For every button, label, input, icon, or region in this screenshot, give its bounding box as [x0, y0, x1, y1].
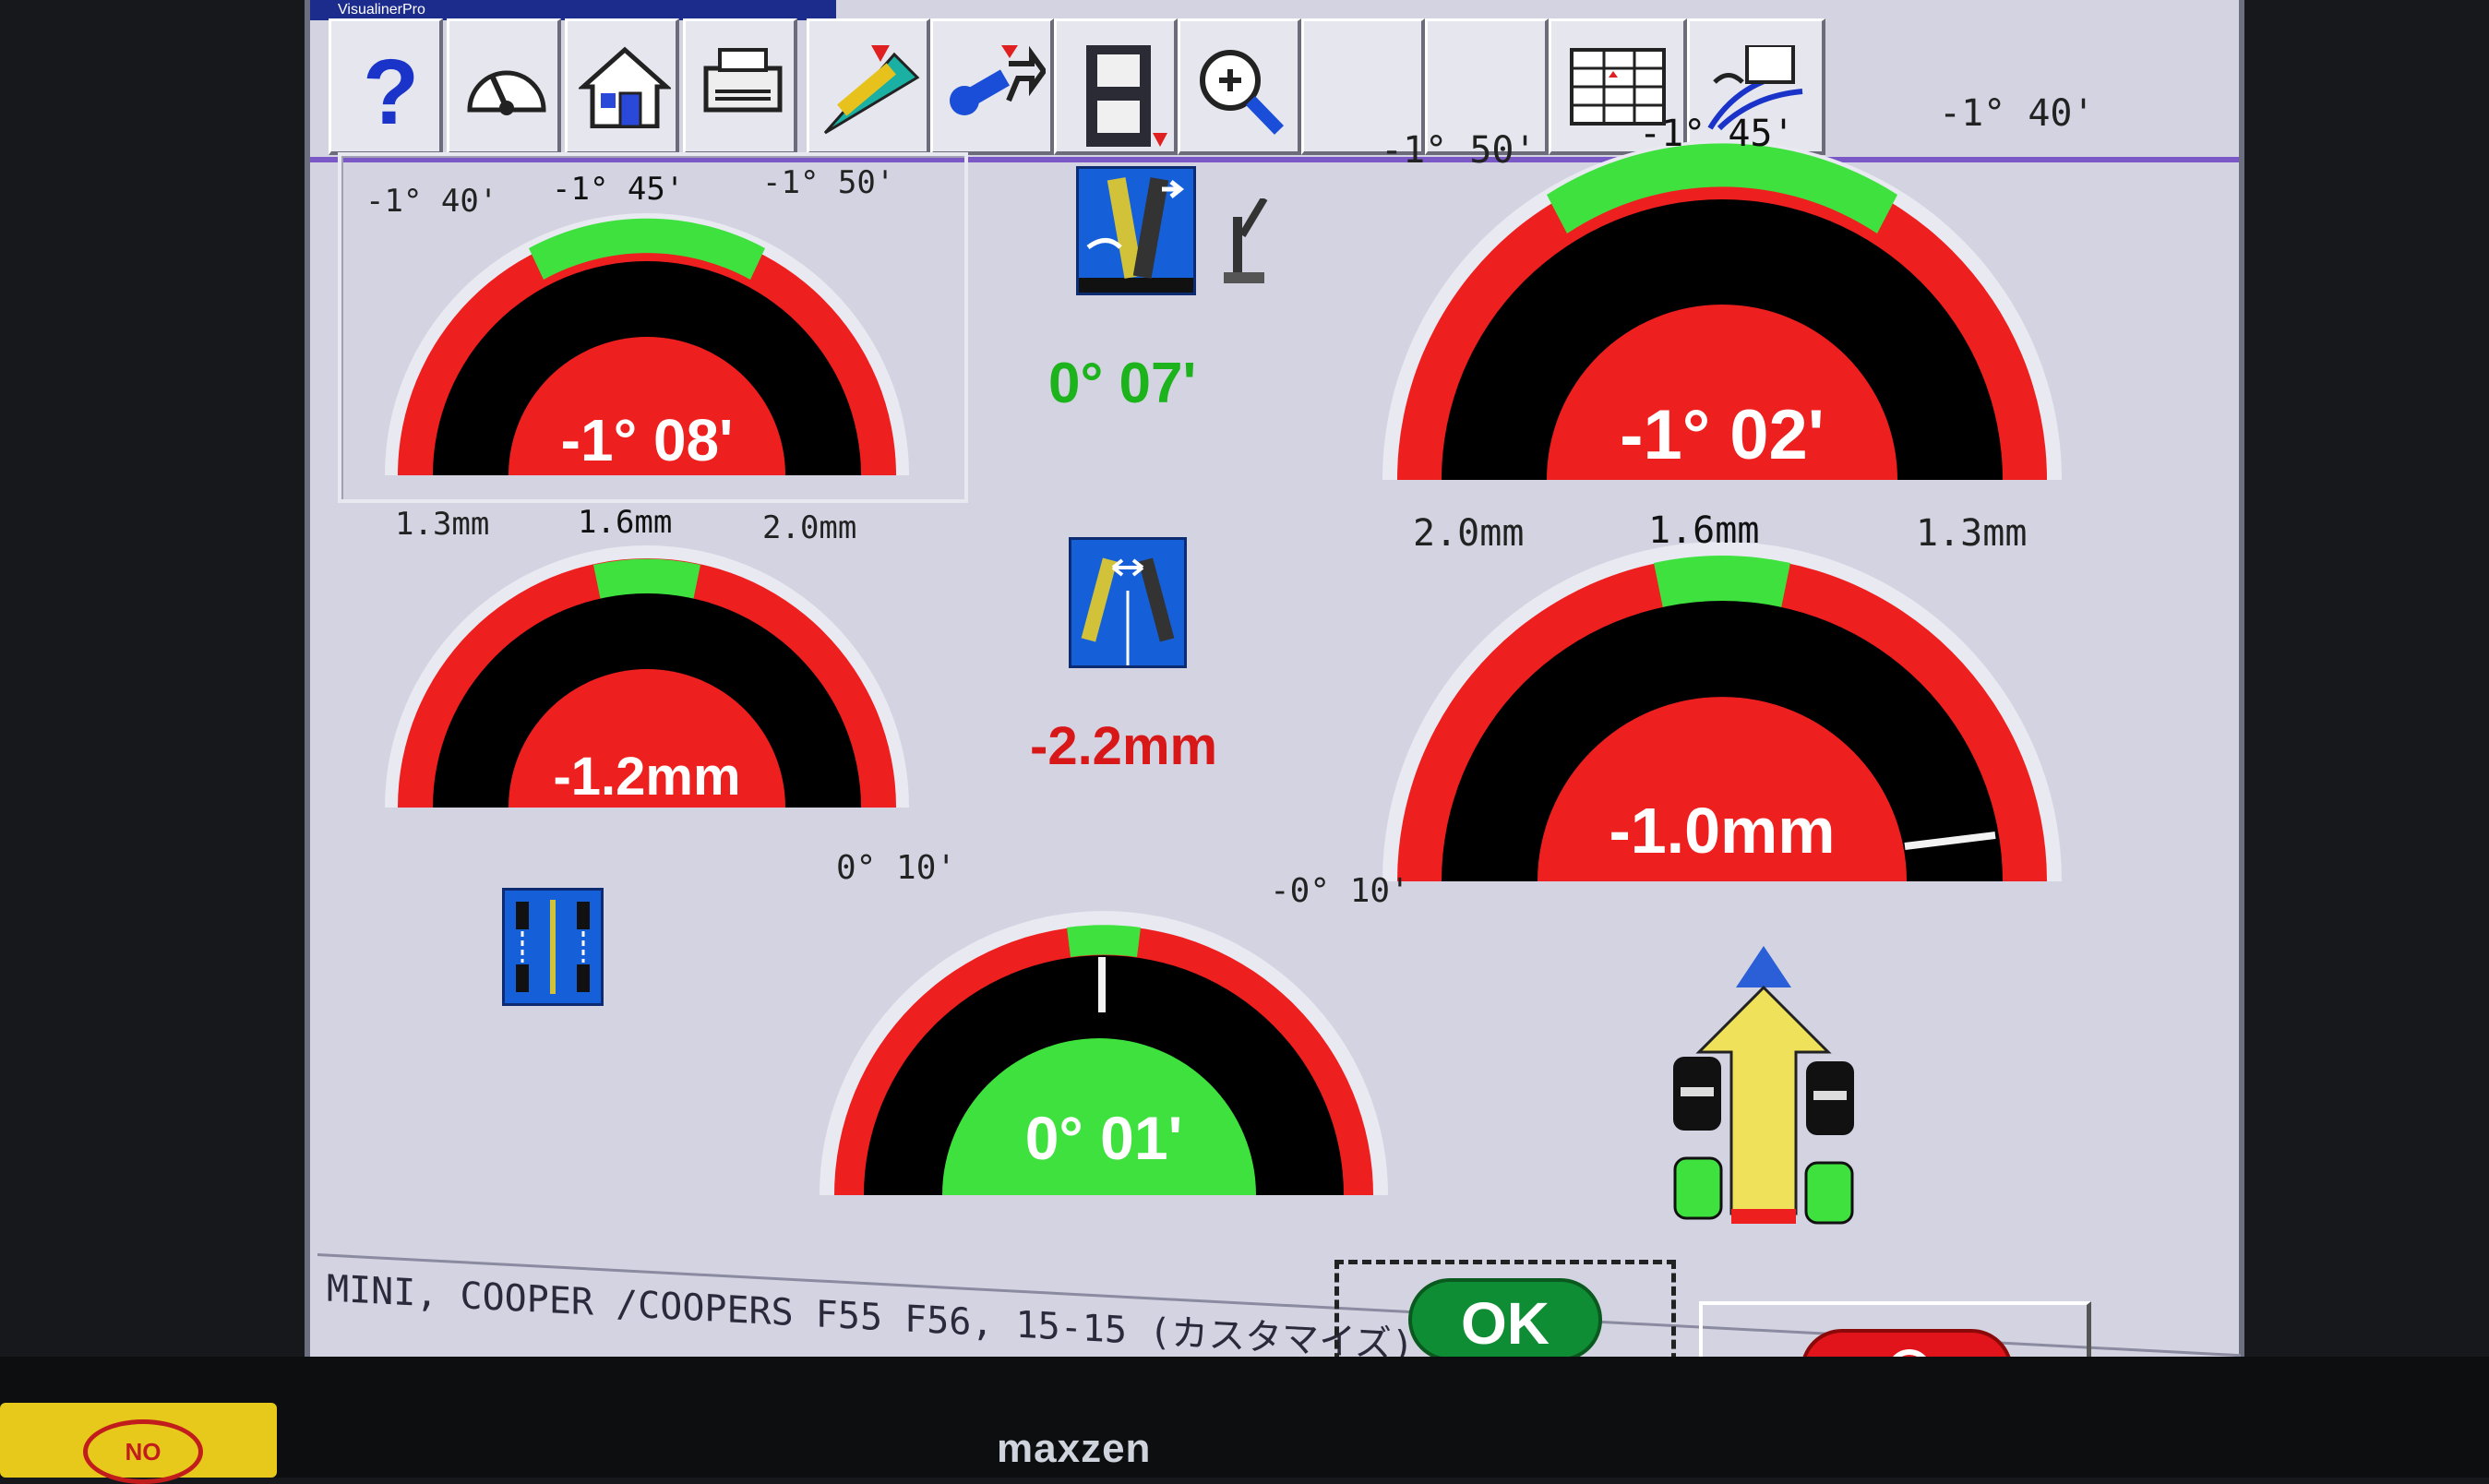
- monitor-brand: maxzen: [997, 1426, 1152, 1471]
- fr-camber-left-label: -1° 50': [1381, 129, 1537, 172]
- fl-toe-right-label: 2.0mm: [762, 509, 857, 546]
- film-button[interactable]: [1054, 18, 1178, 155]
- zoom-in-icon: [1200, 50, 1285, 135]
- fl-camber-left-label: -1° 40': [365, 183, 498, 220]
- adjust-button[interactable]: [930, 18, 1054, 155]
- angle-tool-button[interactable]: [807, 18, 930, 155]
- zoom-button[interactable]: [1178, 18, 1301, 155]
- no-sticker: NO: [0, 1403, 277, 1484]
- cross-camber-icon: [1076, 166, 1196, 295]
- adjust-tool-icon: [1224, 198, 1268, 283]
- thrust-right-label: -0° 10': [1270, 872, 1410, 910]
- cross-camber-value: 0° 07': [1048, 352, 1197, 415]
- home-icon: [579, 46, 671, 128]
- total-toe-icon: [1069, 537, 1187, 668]
- fr-camber-value: -1° 02': [1620, 396, 1825, 474]
- fl-toe-left-label: 1.3mm: [395, 506, 490, 543]
- alignment-screen: VisualinerPro ? -1° 40' -1° 45' -1° 50' …: [305, 0, 2244, 1440]
- fr-toe-target-label: 1.6mm: [1648, 509, 1760, 552]
- fr-toe-right-label: 1.3mm: [1916, 512, 2028, 555]
- help-icon: ?: [363, 41, 420, 144]
- angle-tool-icon: [823, 45, 920, 135]
- fl-camber-value: -1° 08': [560, 407, 734, 473]
- thrust-left-label: 0° 10': [836, 849, 957, 887]
- printer-icon: [703, 48, 783, 113]
- fl-camber-target-label: -1° 45': [552, 171, 685, 208]
- window-title: VisualinerPro: [310, 0, 836, 20]
- fr-camber-target-label: -1° 45': [1639, 113, 1795, 155]
- fr-toe-left-label: 2.0mm: [1413, 512, 1525, 555]
- fl-camber-right-label: -1° 50': [762, 164, 895, 201]
- thrust-angle-icon: [502, 888, 604, 1006]
- wrench-adjust-icon: [950, 45, 1046, 115]
- fl-toe-target-label: 1.6mm: [578, 504, 673, 541]
- film-strip-icon: [1086, 45, 1167, 147]
- print-button[interactable]: [683, 18, 797, 155]
- vehicle-direction-icon: [1673, 946, 1854, 1225]
- total-toe-value: -2.2mm: [1030, 716, 1218, 776]
- thrust-value: 0° 01': [1024, 1104, 1183, 1172]
- gauge-button[interactable]: [447, 18, 561, 155]
- fr-camber-right-label: -1° 40': [1939, 92, 2095, 135]
- fl-toe-value: -1.2mm: [553, 747, 741, 807]
- help-button[interactable]: ?: [329, 18, 443, 155]
- home-button[interactable]: [565, 18, 679, 155]
- monitor-bezel: [0, 1357, 2489, 1478]
- gauge-icon: [467, 70, 546, 115]
- ok-button[interactable]: OK: [1408, 1278, 1602, 1361]
- fr-toe-value: -1.0mm: [1609, 795, 1836, 867]
